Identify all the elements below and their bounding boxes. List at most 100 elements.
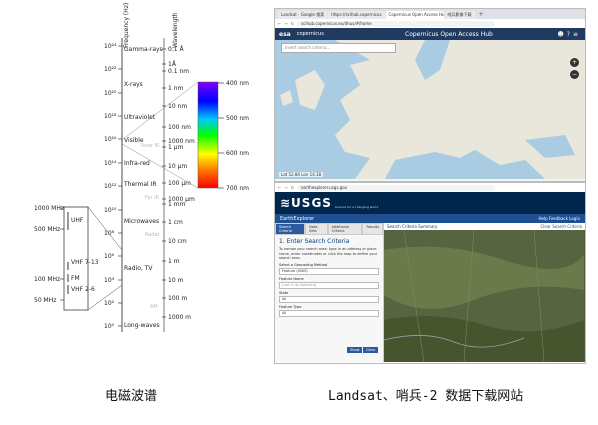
coordinate-readout: Lat 52.84 Lon 14.18	[279, 172, 324, 177]
map-area: Search Criteria Summary Clear Search Cri…	[384, 223, 585, 362]
zoom-in-button[interactable]: +	[570, 58, 579, 67]
clear-criteria-link[interactable]: Clear Search Criteria	[540, 224, 582, 229]
near-ir-label: Near IR	[141, 143, 160, 149]
state-select[interactable]: All	[279, 295, 379, 303]
satellite-map[interactable]	[384, 230, 585, 362]
wavelength-tick-label: 1000 m	[168, 314, 191, 321]
radio-frequency-labels: 1000 MHz 500 MHz 100 MHz 50 MHz	[34, 205, 64, 304]
state-label: State	[279, 290, 289, 295]
satellite-svg	[384, 230, 584, 362]
wavelength-tick-label: 100 nm	[168, 124, 191, 131]
show-button[interactable]: Show	[347, 347, 363, 353]
address-bar: ← → ↻ earthexplorer.usgs.gov	[275, 183, 585, 192]
radio-tick-label: 500 MHz	[34, 226, 60, 233]
url-field[interactable]: scihub.copernicus.eu/dhus/#/home	[297, 20, 496, 27]
search-panel: Search Criteria Data Sets Additional Cri…	[275, 223, 384, 362]
frequency-tick-label: 10⁶	[104, 253, 115, 260]
visible-tick-label: 600 nm	[226, 150, 249, 157]
uhf-band-mark	[67, 212, 69, 230]
europe-map[interactable]: Insert search criteria... + − Lat 52.84 …	[275, 40, 585, 179]
browser-tab[interactable]: https://scihub.copernicus	[328, 11, 385, 19]
search-summary-bar: Search Criteria Summary Clear Search Cri…	[384, 223, 585, 230]
spectrum-svg: Frequency (Hz) Wavelength 10²⁴ 10²² 10²⁰ 10…	[34, 3, 249, 332]
url-field[interactable]: earthexplorer.usgs.gov	[297, 184, 496, 191]
band-label: Thermal IR	[123, 181, 157, 188]
menu-icon[interactable]: ≡	[573, 31, 581, 38]
land-mass	[335, 40, 585, 179]
band-label: X-rays	[124, 81, 143, 88]
wavelength-tick-label: 1Å	[168, 61, 177, 68]
wavelength-tick-label: 1 μm	[168, 144, 184, 151]
band-label: Radio, TV	[124, 265, 153, 272]
radio-tick-label: 50 MHz	[34, 297, 56, 304]
new-tab-button[interactable]: +	[476, 11, 487, 19]
reload-icon[interactable]: ↻	[291, 185, 294, 190]
british-isles	[295, 70, 325, 110]
feature-name-label: Feature Name	[279, 276, 304, 281]
visible-zoom-line-top	[121, 81, 199, 141]
zoom-out-button[interactable]: −	[570, 70, 579, 79]
feature-type-select[interactable]: All	[279, 309, 379, 317]
header-links[interactable]: Help Feedback Login	[538, 216, 580, 221]
band-label: Microwaves	[124, 218, 159, 225]
browser-tab-active[interactable]: Copernicus Open Access Hub	[385, 11, 444, 19]
wavelength-tick-label: 10 cm	[168, 238, 187, 245]
user-icon[interactable]: ☻	[558, 31, 567, 38]
usgs-logo: ≋USGS	[280, 196, 332, 210]
forward-icon[interactable]: →	[284, 185, 287, 190]
fm-band-mark	[67, 274, 69, 282]
visible-labels: 400 nm 500 nm 600 nm 700 nm	[218, 80, 249, 192]
band-label: Infra-red	[124, 160, 150, 167]
wavelength-tick-label: 10 m	[168, 277, 184, 284]
radar-label: Radar	[145, 232, 161, 238]
address-bar: ← → ↻ scihub.copernicus.eu/dhus/#/home	[275, 19, 585, 28]
forward-icon[interactable]: →	[284, 21, 287, 26]
usgs-browser-screenshot: ← → ↻ earthexplorer.usgs.gov ≋USGS scien…	[274, 182, 586, 364]
band-label: Long-waves	[124, 322, 160, 329]
visible-spectrum-bar	[197, 81, 219, 189]
esa-logo: esa	[279, 30, 291, 38]
visible-tick-label: 400 nm	[226, 80, 249, 87]
wavelength-tick-label: 1 m	[168, 258, 180, 265]
tab-data-sets[interactable]: Data Sets	[305, 223, 328, 235]
wavelength-tick-label: 100 μm	[168, 180, 191, 187]
copernicus-logo: copernicus	[296, 31, 324, 37]
wavelength-tick-label: 100 m	[168, 295, 187, 302]
frequency-tick-label: 10¹²	[104, 183, 117, 190]
back-icon[interactable]: ←	[278, 185, 281, 190]
wavelength-axis-label: Wavelength	[172, 12, 179, 48]
frequency-tick-label: 10¹⁶	[104, 136, 117, 143]
browser-tab[interactable]: Landsat - Google 搜索	[278, 11, 328, 19]
frequency-tick-label: 10²²	[104, 66, 117, 73]
header-icons: ☻?≡	[558, 31, 581, 38]
earthexplorer-bar: EarthExplorer Help Feedback Login	[275, 214, 585, 223]
visible-tick-label: 700 nm	[226, 185, 249, 192]
uhf-label: UHF	[71, 217, 84, 224]
tab-search-criteria[interactable]: Search Criteria	[275, 223, 306, 235]
usgs-header: ≋USGS science for a changing world	[275, 192, 585, 214]
vhf-low-band-mark	[67, 285, 69, 294]
vhf-high-label: VHF 7-13	[71, 259, 99, 266]
search-heading: 1. Enter Search Criteria	[279, 238, 350, 245]
clear-button[interactable]: Clear	[363, 347, 379, 353]
geocoding-label: Select a Geocoding Method	[279, 262, 328, 267]
back-icon[interactable]: ←	[278, 21, 281, 26]
wavelength-tick-label: 0.1 Å	[168, 46, 184, 53]
geocoding-select[interactable]: Feature (GNIS)	[279, 267, 379, 275]
wavelength-tick-label: 10 nm	[168, 103, 187, 110]
wavelength-tick-label: 1 nm	[168, 85, 184, 92]
app-title: EarthExplorer	[280, 215, 315, 222]
frequency-tick-label: 10¹⁰	[104, 207, 117, 214]
tab-additional-criteria[interactable]: Additional Criteria	[327, 223, 363, 235]
feature-name-input[interactable]: (use % as wildcard)	[279, 281, 379, 289]
browser-tab[interactable]: 哨兵影像下载	[444, 11, 475, 19]
radio-tick-label: 1000 MHz	[34, 205, 64, 212]
summary-label: Search Criteria Summary	[387, 224, 438, 229]
tab-results[interactable]: Results	[362, 223, 384, 235]
reload-icon[interactable]: ↻	[291, 21, 294, 26]
band-label: Ultraviolet	[124, 114, 156, 121]
browser-tab-strip: Landsat - Google 搜索 https://scihub.coper…	[275, 9, 585, 19]
frequency-tick-label: 10¹⁸	[104, 113, 117, 120]
vhf-low-label: VHF 2-6	[71, 286, 95, 293]
search-input[interactable]: Insert search criteria...	[281, 43, 396, 53]
